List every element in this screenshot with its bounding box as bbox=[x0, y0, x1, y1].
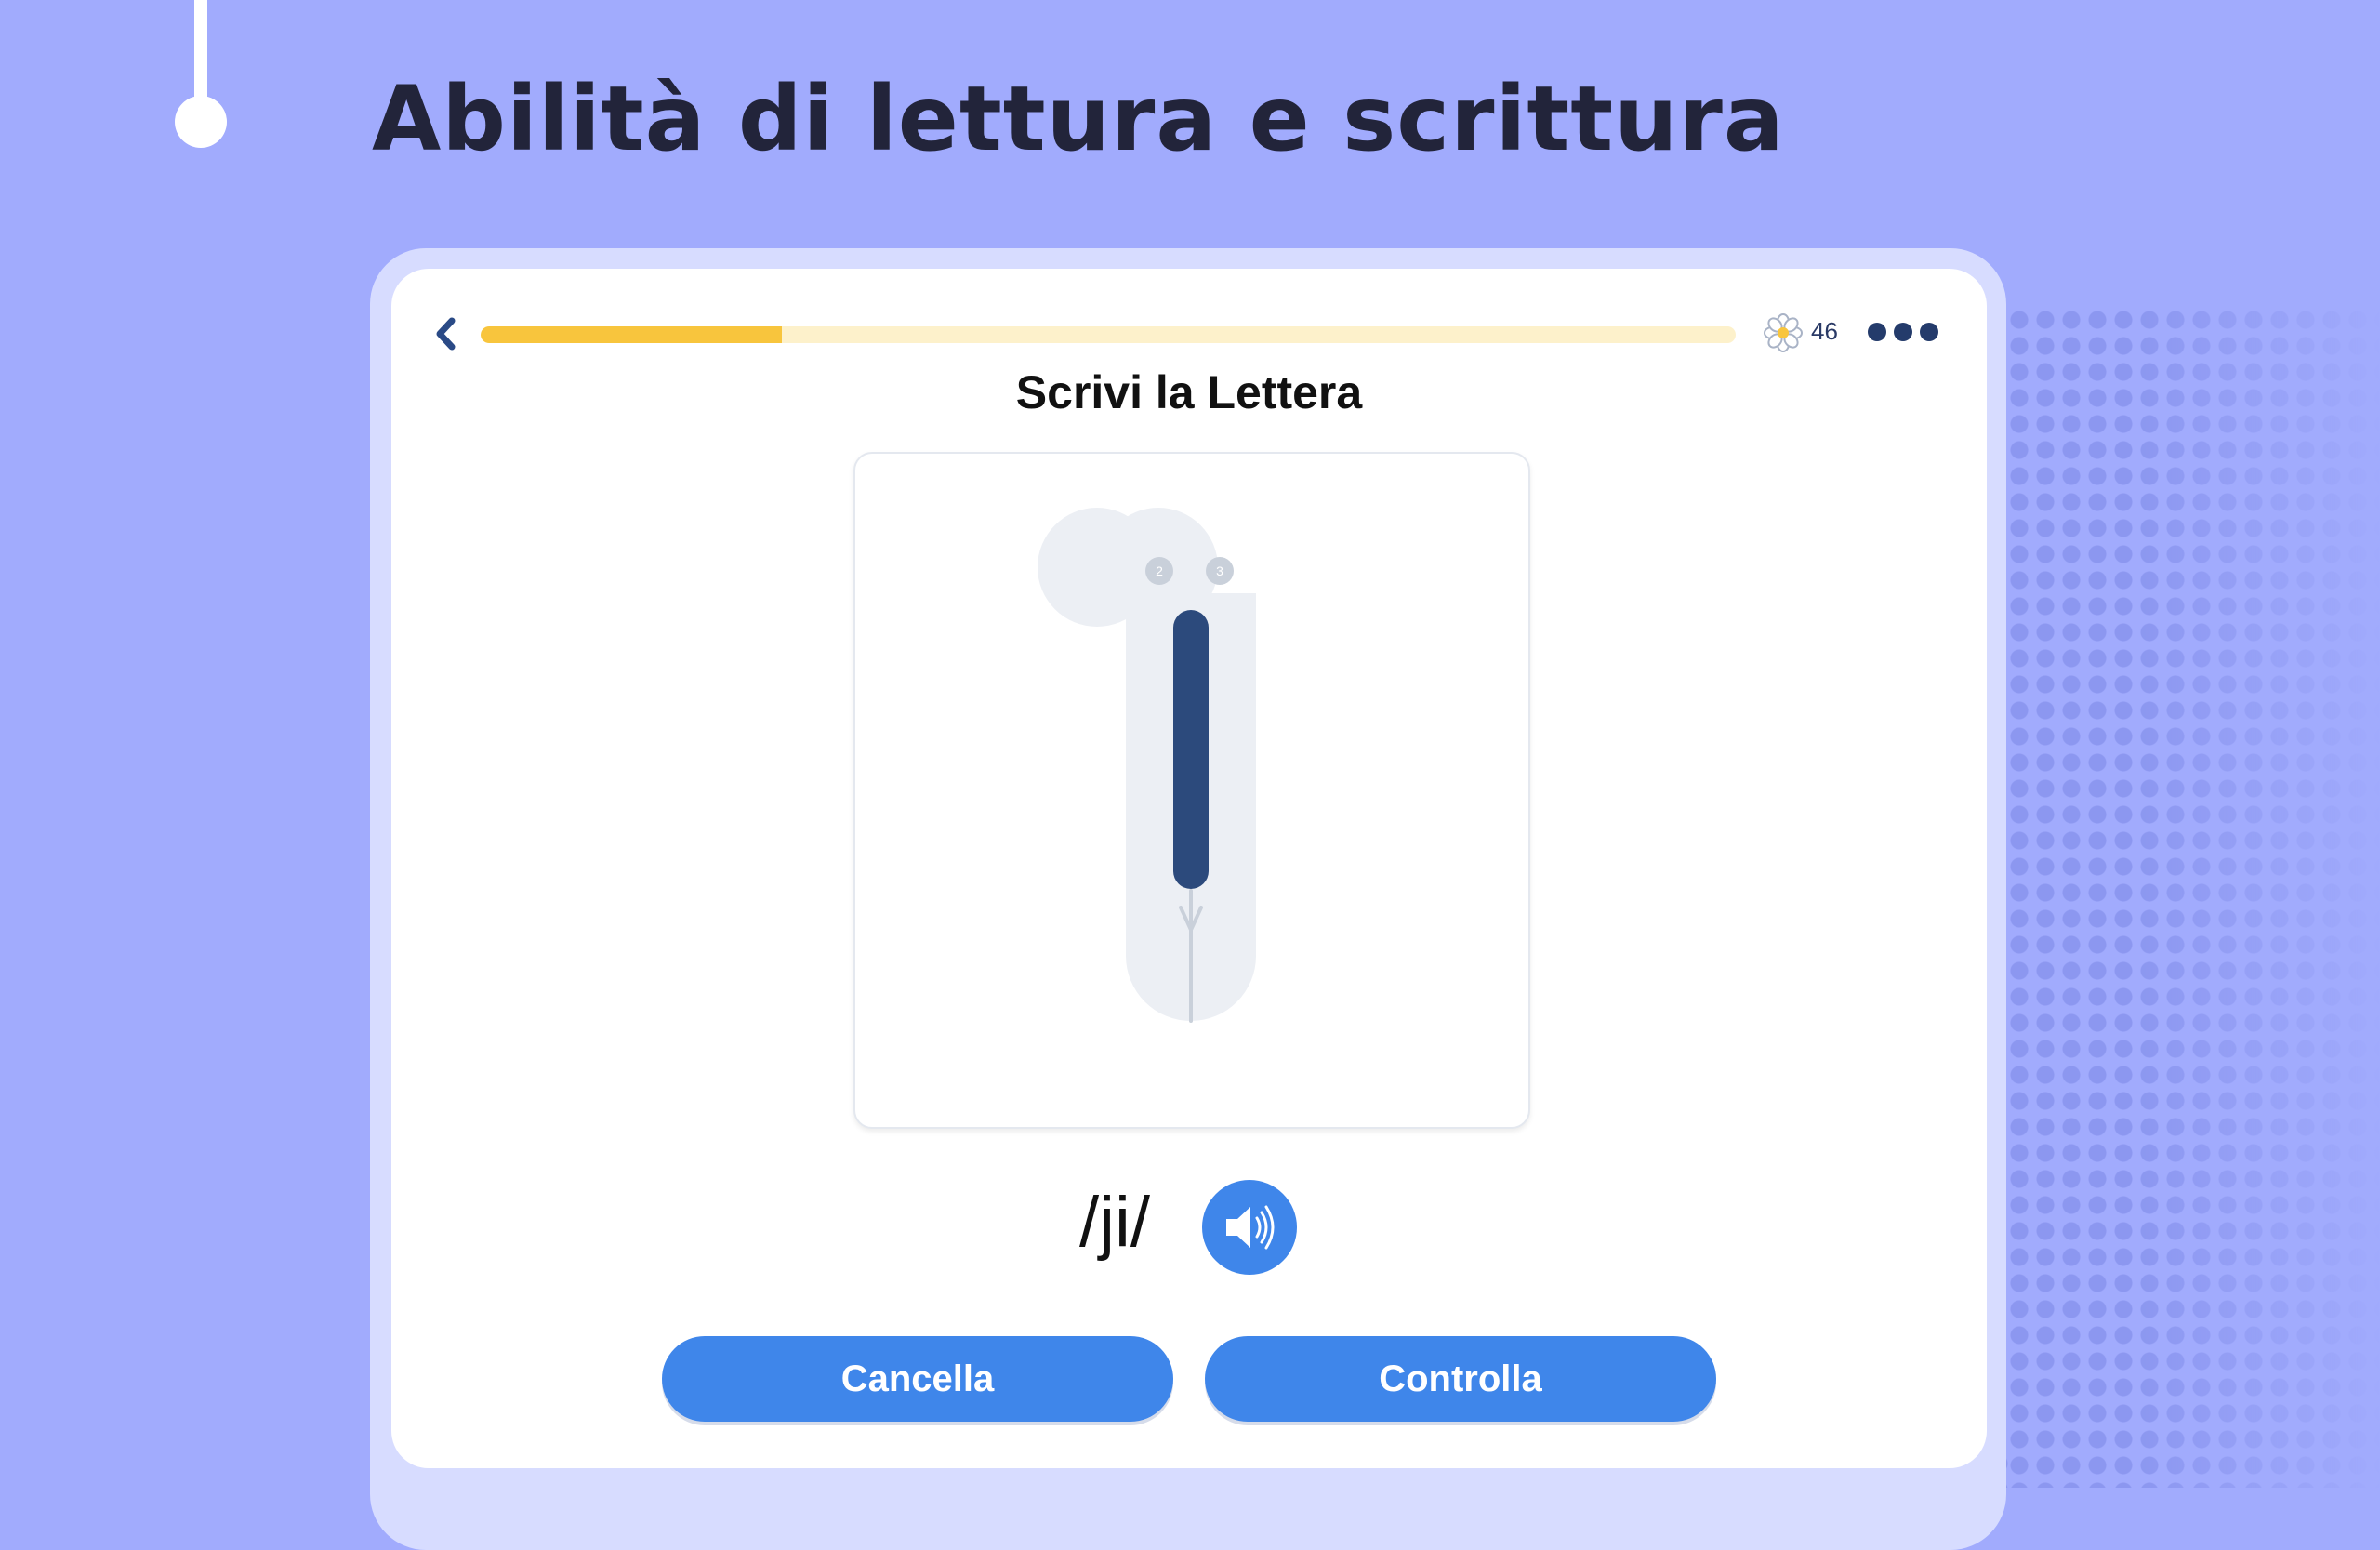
svg-text:3: 3 bbox=[1216, 563, 1223, 578]
decorative-dots bbox=[1980, 307, 2380, 1488]
svg-text:2: 2 bbox=[1156, 563, 1163, 578]
drawn-stroke bbox=[1173, 610, 1209, 889]
progress-bar bbox=[481, 326, 1736, 343]
cancel-button[interactable]: Cancella bbox=[662, 1336, 1173, 1422]
letter-guide-shape bbox=[1038, 508, 1256, 1021]
phonetic-label: /ji/ bbox=[1079, 1183, 1150, 1262]
more-dots-icon[interactable] bbox=[1868, 323, 1944, 343]
progress-bar-fill bbox=[481, 326, 782, 343]
timeline-line bbox=[194, 0, 207, 112]
app-screen: 46 Scrivi la Lettera 2 3 /ji/ Cancella C… bbox=[391, 269, 1987, 1468]
writing-canvas[interactable]: 2 3 bbox=[853, 452, 1530, 1129]
audio-button[interactable] bbox=[1202, 1180, 1297, 1275]
page-headline: Abilità di lettura e scrittura bbox=[372, 67, 1785, 171]
stroke-number-2: 2 bbox=[1145, 557, 1173, 585]
stroke-number-3: 3 bbox=[1206, 557, 1234, 585]
flower-icon bbox=[1764, 313, 1803, 352]
speaker-icon bbox=[1226, 1205, 1275, 1250]
chevron-left-icon[interactable] bbox=[431, 313, 459, 354]
points-count: 46 bbox=[1811, 317, 1838, 345]
timeline-dot bbox=[175, 96, 227, 148]
exercise-title: Scrivi la Lettera bbox=[1015, 366, 1363, 418]
check-button[interactable]: Controlla bbox=[1205, 1336, 1716, 1422]
